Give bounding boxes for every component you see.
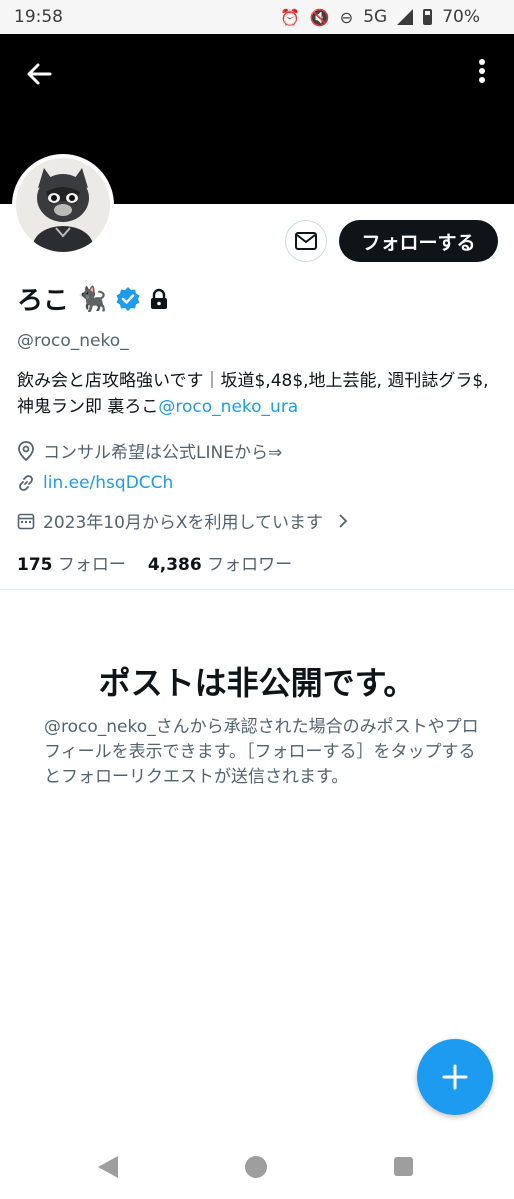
followers-count: 4,386 (147, 555, 202, 575)
more-vertical-icon (479, 59, 485, 83)
compose-post-button[interactable] (417, 1039, 493, 1115)
alarm-icon: ⏰ (279, 7, 300, 27)
battery-label: 70% (442, 7, 480, 27)
website-row: lin.ee/hsqDCCh (17, 473, 173, 493)
link-icon (19, 475, 33, 491)
avatar-image (16, 158, 110, 252)
plus-icon (442, 1064, 468, 1090)
mail-icon (295, 232, 317, 250)
followers-count-link[interactable]: 4,386 フォロワー (148, 550, 292, 575)
nav-home-button[interactable] (245, 1156, 267, 1178)
calendar-icon (17, 513, 35, 529)
status-icons: ⏰ 🔇 ⊖ 5G 70% (280, 7, 480, 27)
nav-back-button[interactable] (98, 1156, 118, 1178)
bio-mention-link[interactable]: @roco_neko_ura (158, 397, 298, 417)
signal-icon (397, 9, 414, 25)
verified-badge-icon[interactable] (115, 286, 141, 312)
private-notice-body: @roco_neko_さんから承認された場合のみポストやプロフィールを表示できま… (44, 717, 479, 787)
message-button[interactable] (285, 220, 327, 262)
status-time: 19:58 (14, 7, 63, 27)
user-handle: @roco_neko_ (17, 331, 129, 351)
more-options-button[interactable] (474, 56, 490, 96)
back-button[interactable] (20, 54, 60, 94)
joined-row[interactable]: 2023年10月からXを利用しています (17, 508, 349, 533)
location-row: コンサル希望は公式LINEから⇒ (17, 438, 282, 463)
system-nav-bar (0, 1140, 514, 1199)
vibrate-off-icon: 🔇 (309, 7, 330, 27)
cat-emoji: 🐈‍⬛ (77, 284, 107, 313)
website-link[interactable]: lin.ee/hsqDCCh (43, 473, 173, 493)
private-notice-title: ポストは非公開です。 (98, 664, 416, 702)
name-row: ろこ 🐈‍⬛ (17, 280, 169, 317)
following-label: フォロー (57, 555, 126, 575)
lock-icon (150, 288, 167, 309)
following-count-link[interactable]: 175 フォロー (17, 550, 126, 575)
status-bar: 19:58 ⏰ 🔇 ⊖ 5G 70% (0, 0, 514, 34)
follow-button[interactable]: フォローする (339, 220, 498, 262)
do-not-disturb-icon: ⊖ (339, 7, 354, 27)
display-name: ろこ (17, 286, 70, 316)
location-text: コンサル希望は公式LINEから⇒ (43, 443, 283, 463)
bio: 飲み会と店攻略強いです｜坂道$,48$,地上芸能, 週刊誌グラ$,神鬼ラン即 裏… (17, 368, 497, 420)
joined-text: 2023年10月からXを利用しています (43, 513, 324, 533)
back-arrow-icon (27, 63, 52, 85)
divider (0, 589, 514, 590)
avatar[interactable] (12, 154, 114, 256)
followers-label: フォロワー (207, 555, 293, 575)
network-label: 5G (363, 7, 388, 27)
location-icon (18, 440, 34, 461)
nav-recents-button[interactable] (394, 1157, 413, 1176)
follow-counts: 175 フォロー 4,386 フォロワー (17, 550, 292, 575)
chevron-right-icon (339, 513, 348, 528)
following-count: 175 (17, 555, 53, 575)
battery-icon (423, 9, 433, 25)
